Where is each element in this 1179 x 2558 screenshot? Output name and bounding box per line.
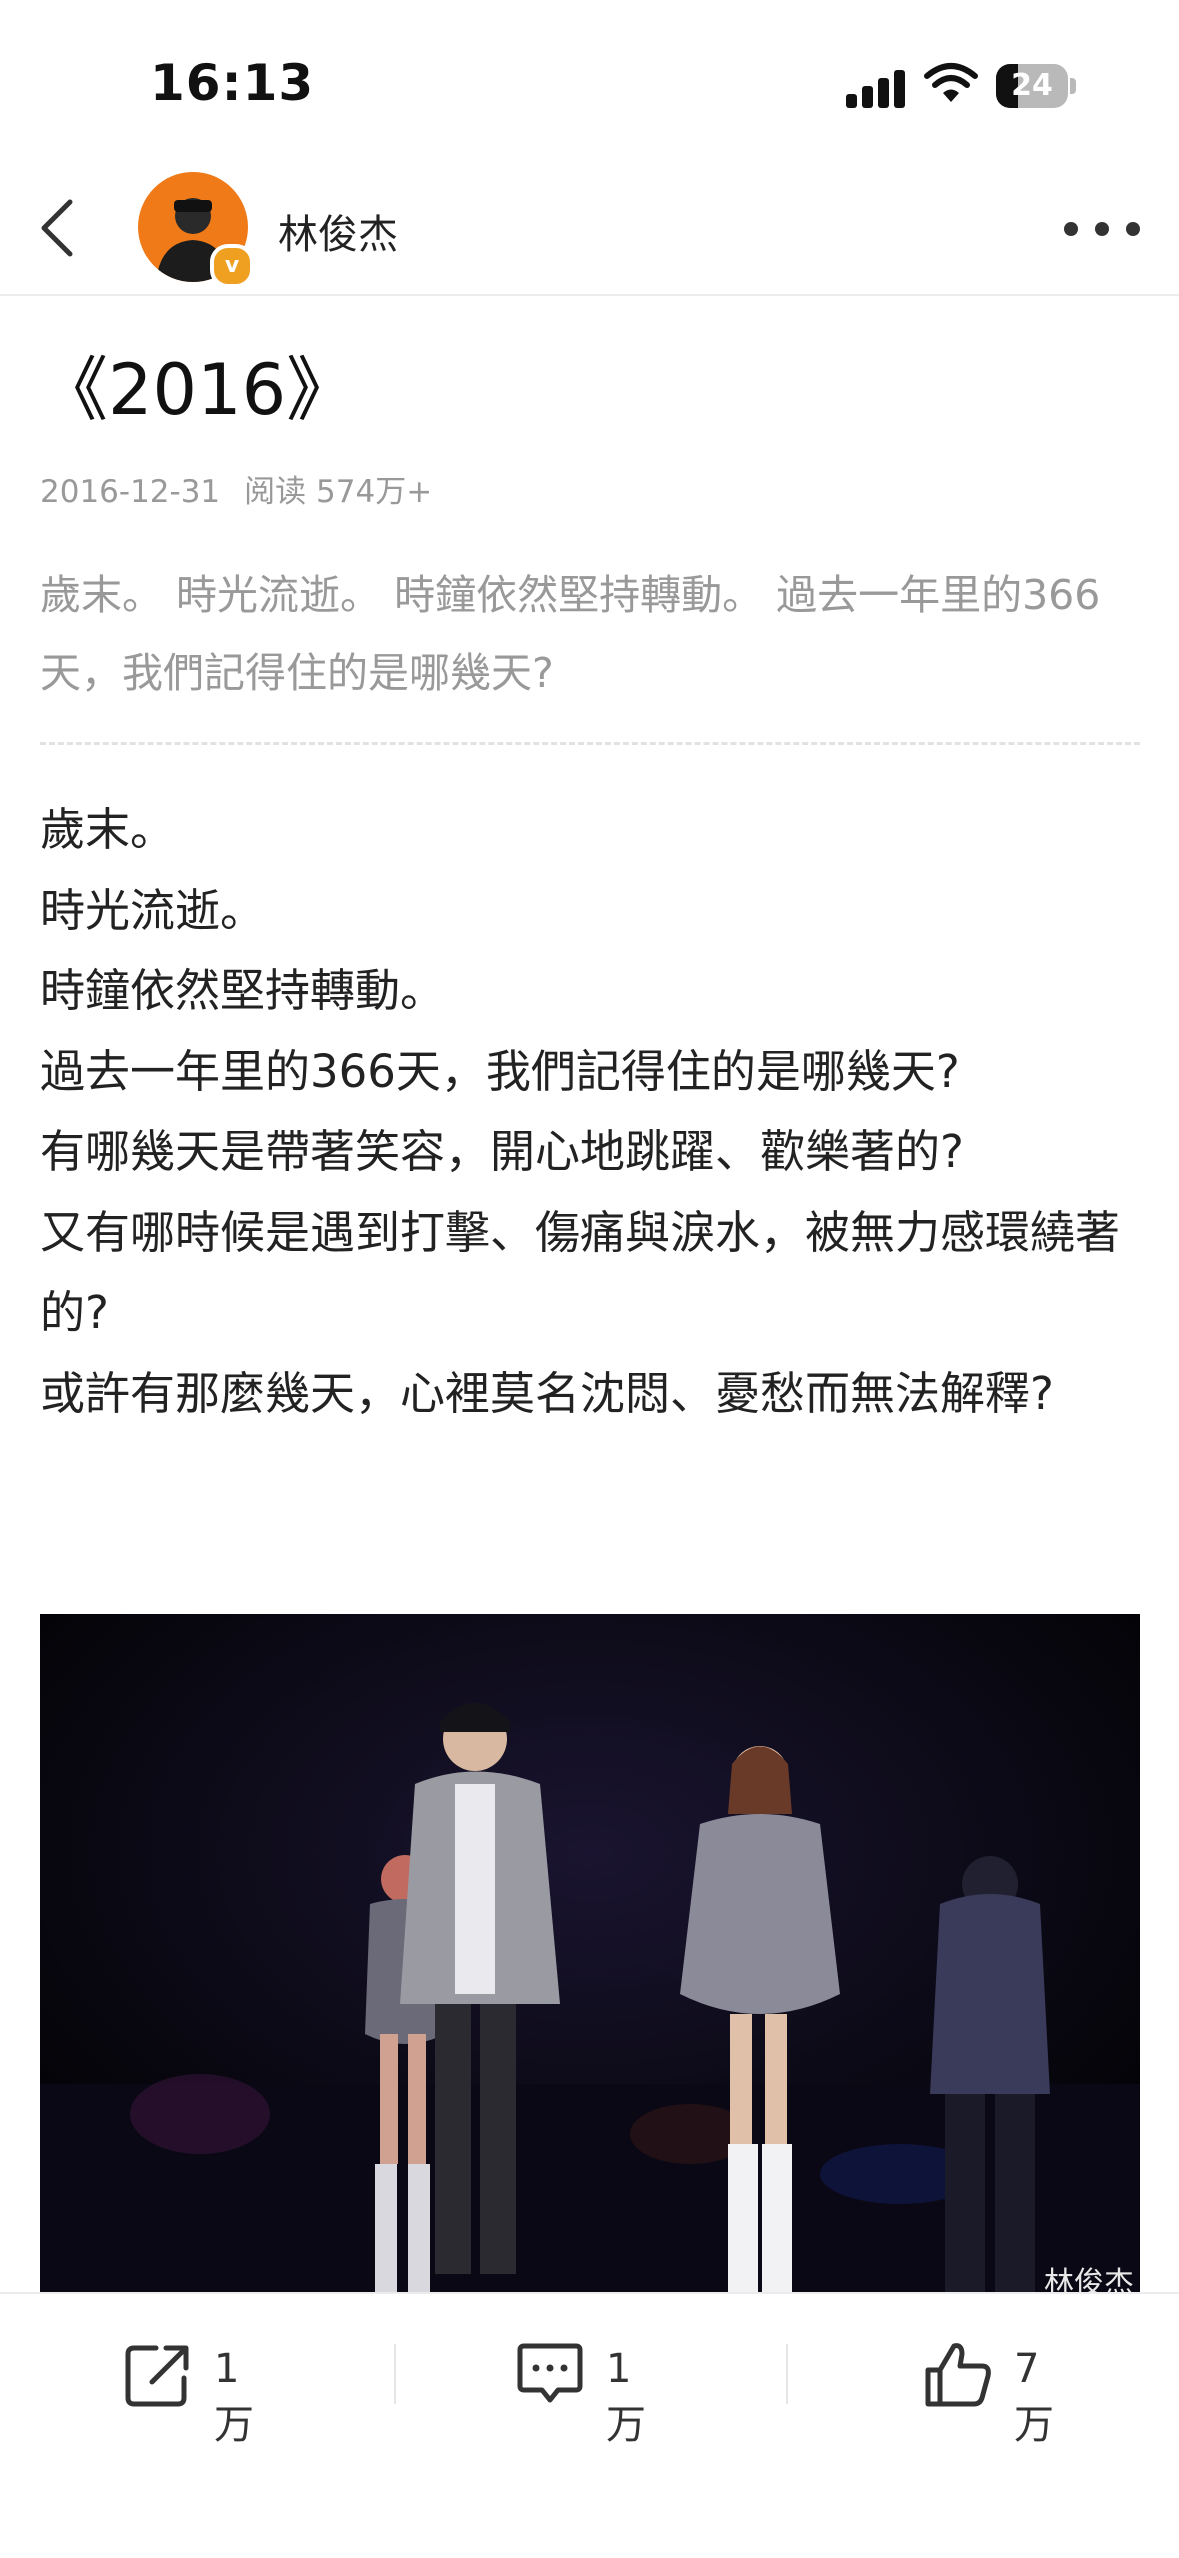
body-paragraph: 時鐘依然堅持轉動。: [40, 964, 446, 1017]
comment-count: 1万: [606, 2346, 646, 2448]
share-icon: [125, 2345, 189, 2407]
body-paragraph: 歲末。: [40, 803, 176, 856]
body-paragraph: 或許有那麼幾天，心裡莫名沈悶、憂愁而無法解釋?: [40, 1366, 1054, 1420]
author-name[interactable]: 林俊杰: [278, 202, 398, 260]
like-count: 7万: [1014, 2346, 1054, 2448]
action-divider: [394, 2344, 396, 2404]
concert-photo[interactable]: 林俊杰: [40, 1614, 1140, 2296]
back-arrow-icon[interactable]: [30, 196, 90, 260]
article-read-count: 阅读 574万+: [244, 474, 433, 510]
article-date: 2016-12-31: [40, 474, 221, 510]
body-paragraph: 過去一年里的366天，我們記得住的是哪幾天?: [40, 1044, 960, 1098]
body-paragraph: 又有哪時候是遇到打擊、傷痛與淚水，被無力感環繞著的?: [40, 1205, 1121, 1340]
cellular-signal-icon: [846, 68, 910, 108]
battery-icon: 24: [996, 64, 1078, 108]
wifi-icon: [924, 63, 978, 102]
comment-icon: [517, 2343, 583, 2403]
share-count: 1万: [214, 2346, 254, 2448]
status-time: 16:13: [150, 54, 315, 112]
concert-stage-image: [40, 1614, 1140, 2296]
body-paragraph: 時光流逝。: [40, 883, 266, 937]
bottom-action-bar: 1万 1万 7万: [0, 2292, 1179, 2558]
nav-bar: v 林俊杰: [0, 160, 1179, 296]
status-bar: 16:13 24: [0, 0, 1179, 160]
body-paragraph: 有哪幾天是帶著笑容，開心地跳躍、歡樂著的?: [40, 1125, 964, 1178]
article-title: 《2016》: [38, 349, 357, 431]
battery-level: 24: [1011, 68, 1053, 103]
action-divider: [786, 2344, 788, 2404]
thumbs-up-icon: [925, 2343, 991, 2407]
more-options-icon[interactable]: [1064, 216, 1140, 240]
article-body: 歲末。 時光流逝。 時鐘依然堅持轉動。 過去一年里的366天，我們記得住的是哪幾…: [40, 790, 1144, 1434]
summary-divider: [40, 742, 1140, 745]
verified-badge-icon: v: [210, 244, 254, 288]
photo-watermark: 林俊杰: [1044, 2266, 1134, 2296]
article-summary: 歲末。 時光流逝。 時鐘依然堅持轉動。 過去一年里的366天，我們記得住的是哪幾…: [40, 571, 1101, 697]
article-meta: 2016-12-31 阅读 574万+: [40, 466, 432, 511]
